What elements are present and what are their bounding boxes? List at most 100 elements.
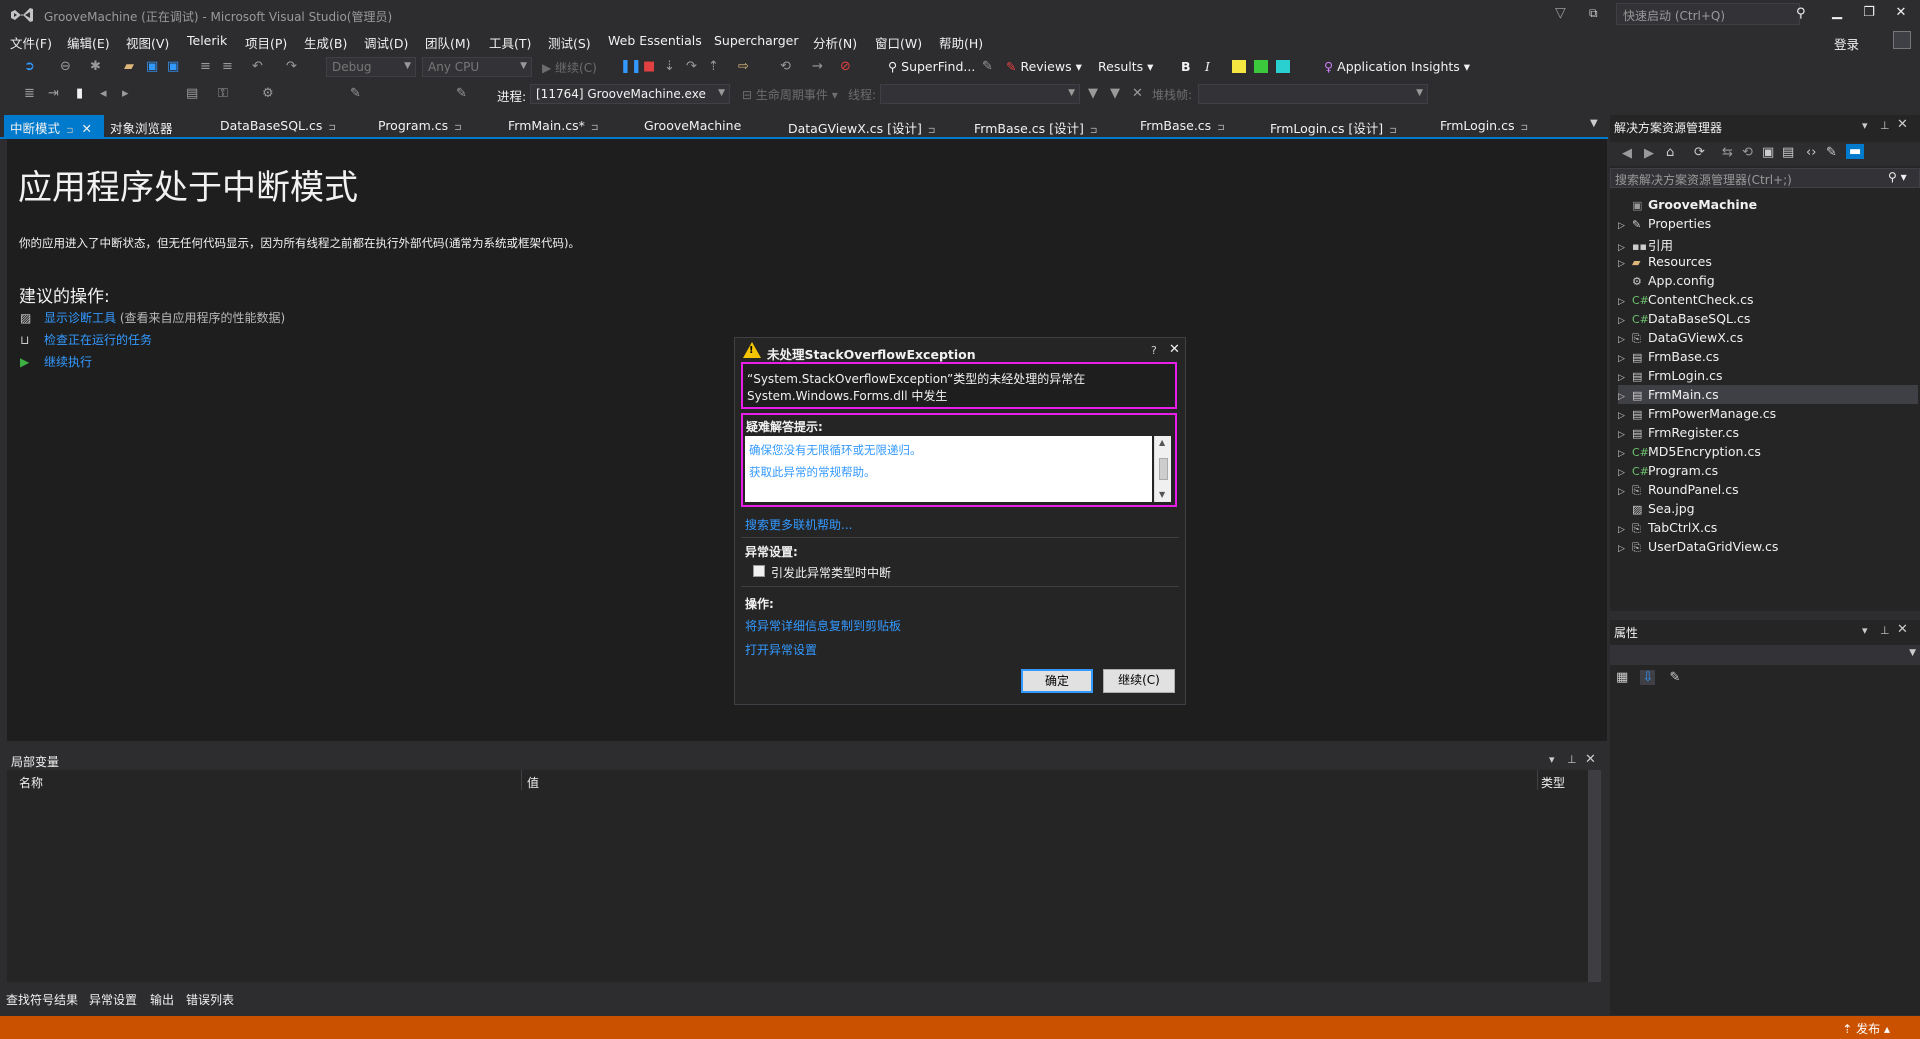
ok-button[interactable]: 确定: [1021, 669, 1093, 693]
expand-icon[interactable]: ▷: [1618, 468, 1632, 478]
bookmark-icon[interactable]: ▮: [76, 86, 83, 101]
step-over-icon[interactable]: ↷: [686, 59, 697, 74]
indent-icon[interactable]: ⇥: [48, 86, 59, 101]
expand-icon[interactable]: ▷: [1618, 373, 1632, 383]
menu-window[interactable]: 窗口(W): [875, 33, 922, 52]
scroll-thumb[interactable]: [1159, 458, 1168, 480]
menu-edit[interactable]: 编辑(E): [67, 33, 110, 52]
expand-icon[interactable]: ▷: [1618, 411, 1632, 421]
tree-item[interactable]: ▷ C#ContentCheck.cs: [1618, 290, 1918, 309]
menu-view[interactable]: 视图(V): [126, 33, 169, 52]
view-code-icon[interactable]: ‹›: [1806, 145, 1816, 160]
expand-icon[interactable]: ▷: [1618, 430, 1632, 440]
tree-item[interactable]: ▷ ✎ Properties: [1618, 214, 1918, 233]
publish-button[interactable]: ⇡ 发布 ▴: [1842, 1020, 1890, 1037]
pin-icon[interactable]: ⊐: [1217, 123, 1225, 133]
minimize-button[interactable]: ▁: [1824, 5, 1850, 25]
tree-item[interactable]: ▷ ⎘ RoundPanel.cs: [1618, 480, 1918, 499]
close-icon[interactable]: ✕: [1169, 342, 1180, 357]
close-panel-icon[interactable]: ✕: [1585, 752, 1596, 767]
highlight-yellow-icon[interactable]: [1232, 60, 1246, 73]
tab-exception-settings[interactable]: 异常设置: [89, 991, 137, 1010]
menu-tools[interactable]: 工具(T): [489, 33, 531, 52]
tab-databasesql-cs[interactable]: DataBaseSQL.cs ⊐: [214, 115, 342, 137]
save-icon[interactable]: ▣: [146, 59, 158, 74]
tab-program-cs[interactable]: Program.cs ⊐: [372, 115, 468, 137]
categorized-icon[interactable]: ▦: [1616, 670, 1628, 685]
next-bookmark-icon[interactable]: ▸: [122, 86, 129, 101]
undo-icon[interactable]: ↶: [252, 59, 263, 74]
filter-threads-icon[interactable]: ▼: [1088, 86, 1098, 101]
tab-frmlogin-cs[interactable]: FrmLogin.cs ⊐: [1434, 115, 1534, 137]
diagnostic-tools-link[interactable]: 显示诊断工具: [44, 311, 116, 325]
pin-icon[interactable]: ⊐: [1389, 126, 1397, 136]
help-icon[interactable]: ?: [1151, 344, 1157, 357]
menu-telerik[interactable]: Telerik: [187, 33, 227, 48]
tools-icon[interactable]: ✎: [456, 86, 467, 101]
review-icon[interactable]: ✎: [982, 59, 993, 74]
property-pages-icon[interactable]: ✎: [1669, 670, 1680, 685]
column-name[interactable]: 名称: [19, 774, 43, 791]
comment-icon[interactable]: ≡: [200, 59, 211, 74]
uncomment-icon[interactable]: ≡: [222, 59, 233, 74]
forward-icon[interactable]: ▶: [1644, 146, 1654, 161]
step-out-icon[interactable]: ⇡: [708, 59, 719, 74]
process-dropdown[interactable]: [11764] GrooveMachine.exe ▼: [530, 84, 730, 104]
column-divider[interactable]: [1537, 770, 1538, 790]
restore-button[interactable]: ❐: [1856, 5, 1882, 25]
refresh-icon[interactable]: ⟲: [780, 59, 791, 74]
close-tab-icon[interactable]: ✕: [82, 121, 92, 136]
tree-item[interactable]: ▷ ⎘ DataGViewX.cs: [1618, 328, 1918, 347]
stackframe-dropdown[interactable]: ▼: [1198, 84, 1428, 104]
tree-item[interactable]: ▷ ▤ FrmBase.cs: [1618, 347, 1918, 366]
pin-icon[interactable]: ⊐: [928, 126, 936, 136]
tab-output[interactable]: 输出: [150, 991, 174, 1010]
menu-file[interactable]: 文件(F): [10, 33, 52, 52]
expand-icon[interactable]: ▷: [1618, 392, 1632, 402]
menu-test[interactable]: 测试(S): [548, 33, 591, 52]
expand-icon[interactable]: ▷: [1618, 297, 1632, 307]
solution-search-input[interactable]: 搜索解决方案资源管理器(Ctrl+;): [1610, 168, 1920, 188]
tree-item[interactable]: ▷ C#DataBaseSQL.cs: [1618, 309, 1918, 328]
tree-item[interactable]: ▷ ▤ FrmPowerManage.cs: [1618, 404, 1918, 423]
show-all-files-icon[interactable]: ▤: [1782, 145, 1794, 160]
redo-icon[interactable]: ↷: [286, 59, 297, 74]
tree-item[interactable]: ▷ ▤ FrmLogin.cs: [1618, 366, 1918, 385]
clear-bookmarks-icon[interactable]: ▤: [186, 86, 198, 101]
preview-icon[interactable]: ▬: [1846, 144, 1865, 159]
scroll-up-icon[interactable]: ▲: [1159, 438, 1165, 447]
tree-item[interactable]: ▷ C#Program.cs: [1618, 461, 1918, 480]
search-icon[interactable]: ⚲: [1796, 6, 1806, 21]
menu-project[interactable]: 项目(P): [245, 33, 287, 52]
save-all-icon[interactable]: ▣: [167, 59, 179, 74]
menu-web-essentials[interactable]: Web Essentials: [608, 33, 702, 48]
copy-details-link[interactable]: 将异常详细信息复制到剪贴板: [745, 617, 901, 634]
properties-object-dropdown[interactable]: ▼: [1610, 645, 1920, 665]
column-value[interactable]: 值: [527, 774, 539, 791]
menu-help[interactable]: 帮助(H): [939, 33, 983, 52]
superfind-button[interactable]: ⚲ SuperFind...: [888, 59, 975, 74]
tab-frmmain-cs[interactable]: FrmMain.cs* ⊐: [502, 115, 604, 137]
tree-item[interactable]: ▷ ⎘ UserDataGridView.cs: [1618, 537, 1918, 556]
menu-analyze[interactable]: 分析(N): [813, 33, 857, 52]
hot-reload-icon[interactable]: →: [812, 59, 823, 74]
tab-frmlogin-design[interactable]: FrmLogin.cs [设计] ⊐: [1264, 115, 1403, 137]
feedback-icon[interactable]: ⧉: [1589, 6, 1598, 21]
step-into-icon[interactable]: ⇣: [664, 59, 675, 74]
highlight-cyan-icon[interactable]: [1276, 60, 1290, 73]
tip-link[interactable]: 获取此异常的常规帮助。: [749, 461, 1148, 483]
tab-find-symbol-results[interactable]: 查找符号结果: [6, 991, 78, 1010]
flag-threads-icon[interactable]: ▼: [1110, 86, 1120, 101]
history-icon[interactable]: ⟳: [1694, 145, 1705, 160]
open-exception-settings-link[interactable]: 打开异常设置: [745, 641, 817, 658]
sync-icon[interactable]: ⇆: [1722, 145, 1733, 160]
scroll-down-icon[interactable]: ▼: [1159, 490, 1165, 499]
expand-icon[interactable]: ▷: [1618, 487, 1632, 497]
pin-icon[interactable]: ⊐: [66, 126, 74, 136]
back-icon[interactable]: ◀: [1622, 146, 1632, 161]
expand-icon[interactable]: ▷: [1618, 316, 1632, 326]
settings-icon[interactable]: ⚙: [262, 86, 274, 101]
expand-icon[interactable]: ▷: [1618, 259, 1632, 269]
expand-icon[interactable]: ▷: [1618, 449, 1632, 459]
tree-item[interactable]: ▷ ▤ FrmRegister.cs: [1618, 423, 1918, 442]
